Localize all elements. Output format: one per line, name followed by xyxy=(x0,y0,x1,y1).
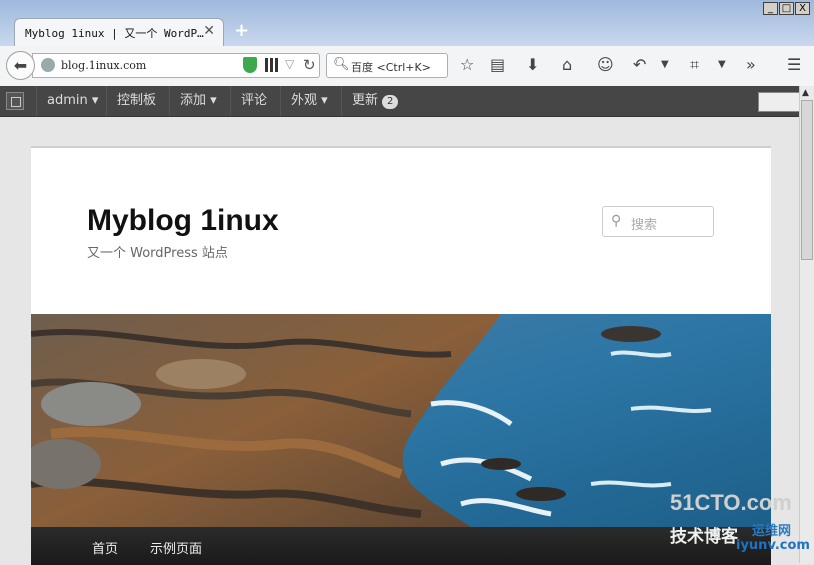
scroll-thumb[interactable] xyxy=(801,100,813,260)
admin-menu-account[interactable]: admin ▾ xyxy=(36,86,108,116)
admin-menu-add[interactable]: 添加 ▾ xyxy=(169,86,227,116)
search-placeholder: 搜索 xyxy=(631,218,658,233)
admin-bar-search[interactable] xyxy=(758,92,800,112)
close-window-button[interactable]: X xyxy=(795,2,810,15)
site-navigation: 首页 示例页面 xyxy=(31,527,771,565)
nav-item-home[interactable]: 首页 xyxy=(92,538,118,557)
wp-logo-icon[interactable] xyxy=(6,92,24,110)
page-scrollbar[interactable]: ▲ xyxy=(799,86,814,563)
wp-admin-bar: admin ▾ 控制板 添加 ▾ 评论 外观 ▾ 更新 2 xyxy=(0,86,800,117)
home-icon[interactable]: ⌂ xyxy=(562,55,572,74)
url-text: blog.1inux.com xyxy=(61,59,147,72)
download-icon[interactable]: ⬇ xyxy=(526,55,539,74)
nav-item-sample-page[interactable]: 示例页面 xyxy=(150,538,202,557)
admin-menu-label: 外观 xyxy=(291,93,318,108)
search-engine-placeholder: 百度 <Ctrl+K> xyxy=(351,61,431,74)
back-arrow-icon: ⬅ xyxy=(13,56,28,75)
menu-icon[interactable]: ☰ xyxy=(787,55,801,74)
search-bar[interactable]: 🔍︎ 百度 <Ctrl+K> xyxy=(326,53,448,78)
new-tab-button[interactable]: + xyxy=(234,20,249,41)
search-icon: ⚲ xyxy=(611,213,622,229)
tab-close-icon[interactable]: ✕ xyxy=(203,23,215,39)
reading-list-icon[interactable]: ▤ xyxy=(490,55,505,74)
minimize-button[interactable]: _ xyxy=(763,2,778,15)
coastline-image xyxy=(31,314,771,527)
qr-code-icon[interactable] xyxy=(265,58,279,72)
site-search-input[interactable]: ⚲ 搜索 xyxy=(602,206,714,237)
reload-icon[interactable]: ↻ xyxy=(303,56,316,74)
admin-menu-appearance[interactable]: 外观 ▾ xyxy=(280,86,338,116)
search-icon: 🔍︎ xyxy=(333,57,350,72)
site-description: 又一个 WordPress 站点 xyxy=(87,246,228,261)
globe-icon xyxy=(41,58,55,72)
undo-icon[interactable]: ↶ xyxy=(633,55,646,74)
shield-icon[interactable] xyxy=(243,57,257,73)
bookmark-star-icon[interactable]: ☆ xyxy=(460,55,474,74)
admin-menu-label: 评论 xyxy=(241,93,268,108)
admin-menu-label: admin xyxy=(47,93,88,108)
admin-menu-label: 控制板 xyxy=(117,93,157,108)
overflow-chevron-icon[interactable]: » xyxy=(746,55,756,74)
smiley-icon[interactable]: ☺ xyxy=(597,55,614,74)
crop-icon[interactable]: ⌗ xyxy=(690,55,699,75)
active-tab[interactable]: Myblog 1inux | 又一个 WordP… ✕ xyxy=(14,18,224,46)
admin-menu-updates[interactable]: 更新 2 xyxy=(341,86,408,116)
scroll-up-icon[interactable]: ▲ xyxy=(802,88,809,98)
undo-dropdown-icon[interactable]: ▼ xyxy=(661,59,669,70)
admin-menu-label: 更新 xyxy=(352,93,379,108)
update-count-badge: 2 xyxy=(382,95,399,109)
maximize-button[interactable]: □ xyxy=(779,2,794,15)
window-titlebar: _ □ X Myblog 1inux | 又一个 WordP… ✕ + xyxy=(0,0,814,46)
site-title[interactable]: Myblog 1inux xyxy=(87,204,279,238)
address-bar[interactable]: blog.1inux.com ▽ ↻ xyxy=(32,53,320,78)
back-button[interactable]: ⬅ xyxy=(6,51,35,80)
admin-menu-label: 添加 xyxy=(180,93,207,108)
crop-dropdown-icon[interactable]: ▼ xyxy=(718,59,726,70)
site-page: Myblog 1inux 又一个 WordPress 站点 ⚲ 搜索 首页 示例… xyxy=(31,146,771,565)
tab-title: Myblog 1inux | 又一个 WordP… xyxy=(25,27,204,40)
admin-menu-dashboard[interactable]: 控制板 xyxy=(106,86,166,116)
admin-menu-comments[interactable]: 评论 xyxy=(230,86,277,116)
header-image xyxy=(31,314,771,527)
history-dropdown-icon[interactable]: ▽ xyxy=(285,57,294,71)
window-controls: _ □ X xyxy=(763,2,810,15)
browser-toolbar: blog.1inux.com ▽ ↻ ⬅ 🔍︎ 百度 <Ctrl+K> ☆ ▤ … xyxy=(0,46,814,87)
